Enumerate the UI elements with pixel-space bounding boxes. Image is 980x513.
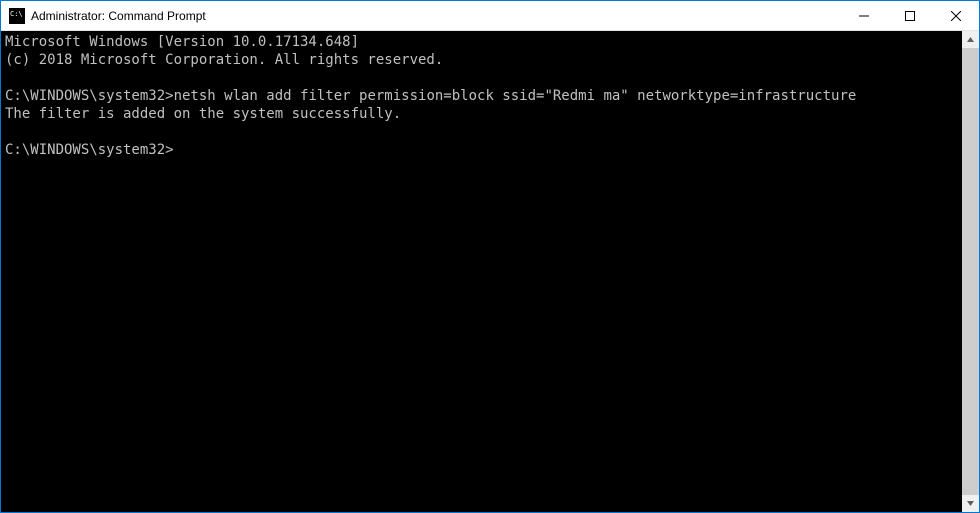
terminal-output[interactable]: Microsoft Windows [Version 10.0.17134.64… (1, 31, 962, 512)
vertical-scrollbar[interactable] (962, 31, 979, 512)
window-titlebar: C:\ Administrator: Command Prompt (1, 1, 979, 31)
minimize-button[interactable] (841, 1, 887, 30)
svg-text:C:\: C:\ (10, 10, 23, 18)
version-line: Microsoft Windows [Version 10.0.17134.64… (5, 34, 359, 50)
scroll-down-button[interactable] (962, 495, 979, 512)
prompt-path: C:\WINDOWS\system32> (5, 88, 174, 104)
maximize-button[interactable] (887, 1, 933, 30)
close-button[interactable] (933, 1, 979, 30)
cmd-icon: C:\ (9, 8, 25, 24)
response-line: The filter is added on the system succes… (5, 106, 401, 122)
terminal-container: Microsoft Windows [Version 10.0.17134.64… (1, 31, 979, 512)
copyright-line: (c) 2018 Microsoft Corporation. All righ… (5, 52, 443, 68)
command-text: netsh wlan add filter permission=block s… (174, 88, 857, 104)
prompt-path: C:\WINDOWS\system32> (5, 142, 174, 158)
scroll-up-button[interactable] (962, 31, 979, 48)
scrollbar-thumb[interactable] (962, 48, 979, 495)
window-controls (841, 1, 979, 30)
window-title: Administrator: Command Prompt (31, 9, 841, 23)
scrollbar-track[interactable] (962, 48, 979, 495)
